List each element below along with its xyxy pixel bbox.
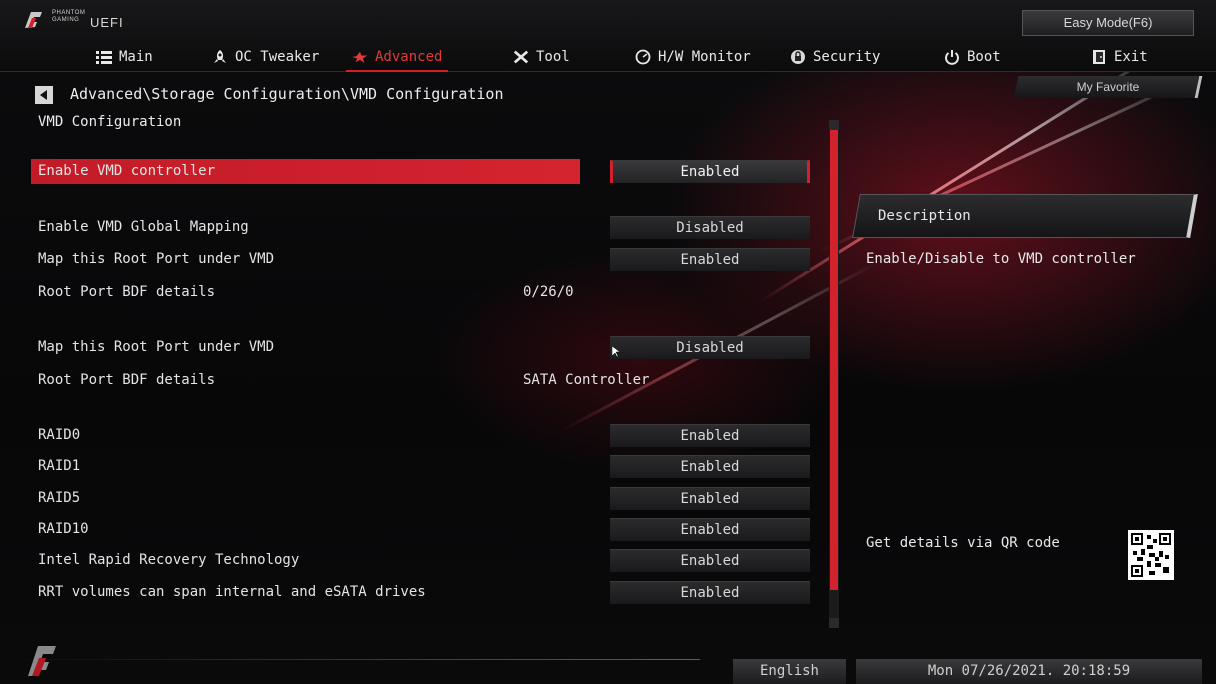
tab-exit[interactable]: Exit	[1091, 44, 1148, 70]
top-bar: PHANTOM GAMING UEFI Easy Mode(F6) Main O…	[0, 0, 1216, 72]
setting-static-value: 0/26/0	[523, 284, 574, 300]
setting-static-value: SATA Controller	[523, 372, 650, 388]
section-title: VMD Configuration	[38, 114, 182, 130]
setting-value-button[interactable]: Enabled	[610, 518, 810, 541]
setting-value-button[interactable]: Disabled	[610, 336, 810, 359]
tab-hw-monitor[interactable]: H/W Monitor	[635, 44, 751, 70]
phantom-gaming-emblem-icon	[28, 646, 56, 676]
setting-value-text: Enabled	[680, 428, 740, 444]
setting-value-button[interactable]: Enabled	[610, 549, 810, 572]
setting-value-text: Enabled	[680, 459, 740, 475]
active-tab-indicator	[346, 70, 449, 72]
setting-value-text: Enabled	[680, 553, 740, 569]
setting-label: Root Port BDF details	[38, 284, 216, 300]
phantom-gaming-logo-icon	[25, 12, 42, 28]
qr-code-label: Get details via QR code	[866, 535, 1060, 551]
setting-value-button[interactable]: Enabled	[610, 581, 810, 604]
setting-value-button[interactable]: Enabled	[610, 248, 810, 271]
setting-value-text: Enabled	[680, 252, 740, 268]
description-header: Description	[852, 194, 1198, 238]
setting-label[interactable]: Intel Rapid Recovery Technology	[38, 552, 299, 568]
setting-label[interactable]: RAID1	[38, 458, 80, 474]
tab-main[interactable]: Main	[96, 44, 153, 70]
scroll-down-button[interactable]	[829, 618, 839, 628]
brand-logo: PHANTOM GAMING UEFI	[22, 8, 162, 34]
my-favorite-label: My Favorite	[1076, 80, 1140, 94]
tab-advanced-label: Advanced	[375, 49, 443, 65]
tab-security-label: Security	[813, 49, 881, 65]
setting-value-button[interactable]: Enabled	[610, 455, 810, 478]
brand-small-text: PHANTOM GAMING	[52, 10, 86, 23]
setting-label[interactable]: Enable VMD Global Mapping	[38, 219, 249, 235]
setting-value-button[interactable]: Enabled	[610, 487, 810, 510]
setting-label[interactable]: RRT volumes can span internal and eSATA …	[38, 584, 426, 600]
setting-label: Root Port BDF details	[38, 372, 216, 388]
setting-value-button[interactable]: Disabled	[610, 216, 810, 239]
uefi-label: UEFI	[90, 15, 124, 30]
setting-value-text: Enabled	[680, 491, 740, 507]
tab-main-label: Main	[119, 49, 153, 65]
mouse-cursor-icon	[612, 346, 620, 358]
setting-label[interactable]: RAID5	[38, 490, 80, 506]
setting-value-text: Enabled	[680, 585, 740, 601]
scrollbar-thumb[interactable]	[830, 130, 838, 590]
qr-code	[1128, 530, 1174, 580]
my-favorite-button[interactable]: My Favorite	[1013, 76, 1203, 98]
setting-value-button[interactable]: Enabled	[610, 160, 810, 183]
setting-value-text: Enabled	[680, 522, 740, 538]
setting-value-button[interactable]: Enabled	[610, 424, 810, 447]
tab-security[interactable]: Security	[790, 44, 880, 70]
tab-tool[interactable]: Tool	[513, 44, 570, 70]
back-button[interactable]	[35, 86, 53, 104]
bottom-divider	[0, 659, 700, 660]
exit-icon	[1091, 49, 1107, 65]
description-text: Enable/Disable to VMD controller	[866, 251, 1136, 267]
description-title: Description	[878, 208, 971, 224]
breadcrumb: Advanced\Storage Configuration\VMD Confi…	[70, 85, 504, 103]
scroll-up-button[interactable]	[829, 120, 839, 130]
tab-boot-label: Boot	[967, 49, 1001, 65]
tab-advanced[interactable]: Advanced	[346, 44, 449, 72]
tab-oc-tweaker[interactable]: OC Tweaker	[212, 44, 319, 70]
main-nav: Main OC Tweaker Advanced Tool H/W Monito…	[0, 44, 1216, 72]
star-icon	[352, 49, 368, 65]
shield-icon	[790, 49, 806, 65]
setting-label[interactable]: RAID10	[38, 521, 89, 537]
tools-icon	[513, 49, 529, 65]
setting-label[interactable]: Enable VMD controller	[38, 163, 215, 179]
language-button[interactable]: English	[733, 659, 846, 684]
setting-value-text: Disabled	[676, 220, 744, 236]
setting-label[interactable]: Map this Root Port under VMD	[38, 339, 274, 355]
monitor-icon	[635, 49, 651, 65]
tab-oc-tweaker-label: OC Tweaker	[235, 49, 320, 65]
tab-tool-label: Tool	[536, 49, 570, 65]
back-arrow-icon	[40, 90, 47, 100]
tab-exit-label: Exit	[1114, 49, 1148, 65]
setting-label[interactable]: Map this Root Port under VMD	[38, 251, 274, 267]
qr-code-icon	[1131, 533, 1171, 577]
datetime-display: Mon 07/26/2021. 20:18:59	[856, 659, 1202, 684]
list-icon	[96, 49, 112, 65]
tab-hw-monitor-label: H/W Monitor	[658, 49, 751, 65]
power-icon	[944, 49, 960, 65]
tab-boot[interactable]: Boot	[944, 44, 1001, 70]
rocket-icon	[212, 49, 228, 65]
easy-mode-button[interactable]: Easy Mode(F6)	[1022, 10, 1194, 36]
setting-value-text: Enabled	[680, 164, 740, 180]
setting-label[interactable]: RAID0	[38, 427, 80, 443]
setting-value-text: Disabled	[676, 340, 744, 356]
